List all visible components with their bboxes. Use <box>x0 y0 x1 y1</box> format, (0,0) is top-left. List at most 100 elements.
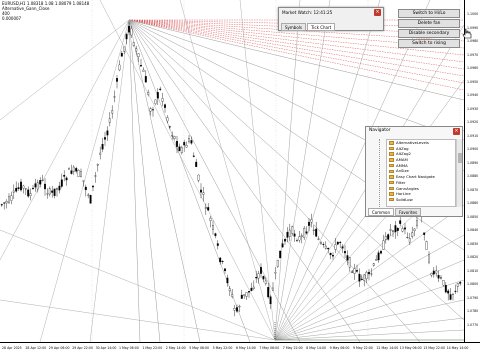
navigator-panel[interactable]: Navigator × AlternativeLevels AltZag Alt… <box>365 126 463 217</box>
candle-body <box>204 207 207 209</box>
price-tick-label: 1.0770 <box>467 322 479 327</box>
candle-body <box>368 271 370 275</box>
candle-body <box>39 180 42 185</box>
candle-body <box>269 296 272 305</box>
time-tick-label: 5 May 06:00 <box>189 346 210 350</box>
candle-body <box>384 235 387 240</box>
switch-to-hilo-button[interactable]: Switch to Hi/Lo <box>398 9 460 18</box>
price-tick-label: 1.0820 <box>467 255 479 259</box>
delete-fan-button[interactable]: Delete fan <box>398 19 460 28</box>
candle-body <box>176 141 178 147</box>
candle-body <box>281 243 284 248</box>
price-tick-label: 1.0940 <box>467 93 479 97</box>
candle-body <box>92 185 94 188</box>
close-icon[interactable]: × <box>453 128 460 135</box>
disable-secondary-button[interactable]: Disable secondary <box>398 29 460 38</box>
market-watch-panel[interactable]: Market Watch: 12:41:25 × Symbols Tick Ch… <box>278 7 384 31</box>
candle-body <box>260 267 262 274</box>
candle-body <box>53 188 56 196</box>
candle-body <box>140 65 142 67</box>
list-item[interactable]: SolidLow <box>387 197 455 203</box>
candle-body <box>293 233 296 237</box>
candle-body <box>382 240 385 250</box>
time-tick-label: 12 May 14:00 <box>376 346 399 350</box>
folder-icon <box>389 192 394 196</box>
price-tick-label: 1.0850 <box>467 214 479 219</box>
candle-body <box>425 241 428 250</box>
candle-body <box>63 174 66 177</box>
fan-line <box>0 19 130 261</box>
candle-body <box>3 202 6 204</box>
candle-body <box>51 190 54 193</box>
close-icon[interactable]: × <box>374 9 381 16</box>
candle-body <box>423 232 426 235</box>
candle-body <box>320 242 322 244</box>
folder-icon <box>389 163 394 168</box>
candle-body <box>137 53 140 57</box>
candle-body <box>399 220 402 224</box>
candle-body <box>20 181 22 191</box>
time-tick-label: 28 Apr 2025 <box>2 346 22 350</box>
candle-body <box>118 64 121 71</box>
candle-body <box>303 228 306 238</box>
candle-body <box>195 161 198 168</box>
candle-body <box>348 257 351 268</box>
time-tick-label: 9 May 22:00 <box>353 346 373 350</box>
folder-icon <box>389 186 394 191</box>
candle-body <box>267 287 270 298</box>
tab-favorites[interactable]: Favorites <box>395 208 422 216</box>
candle-body <box>29 193 32 196</box>
candle-body <box>262 276 265 280</box>
price-tick-label: 1.0970 <box>467 52 479 57</box>
candle-body <box>173 136 176 139</box>
candle-body <box>178 146 181 151</box>
fan-line <box>89 19 130 342</box>
market-watch-title: Market Watch: 12:41:25 <box>282 10 333 15</box>
fan-line <box>274 317 464 341</box>
candle-body <box>459 282 462 284</box>
time-tick-label: 29 Apr 06:00 <box>48 346 70 350</box>
candle-body <box>406 237 409 239</box>
candle-body <box>233 308 236 311</box>
candle-body <box>185 145 188 148</box>
candle-body <box>315 228 318 237</box>
candle-body <box>5 201 8 204</box>
candle-body <box>84 186 87 191</box>
tab-tick-chart[interactable]: Tick Chart <box>306 23 336 31</box>
candle-body <box>116 78 118 82</box>
candle-body <box>279 250 282 259</box>
candle-body <box>394 225 397 233</box>
tab-symbols[interactable]: Symbols <box>281 23 306 31</box>
candle-body <box>257 273 260 279</box>
candle-body <box>435 270 438 274</box>
candle-body <box>216 243 219 246</box>
time-tick-label: 8 May 14:00 <box>306 346 327 350</box>
candle-body <box>298 236 301 241</box>
candle-body <box>171 135 174 137</box>
candle-body <box>336 241 339 245</box>
candle-body <box>358 273 361 282</box>
candle-body <box>156 92 159 99</box>
candle-body <box>219 257 222 263</box>
scrollbar-thumb[interactable] <box>458 153 462 163</box>
folder-icon <box>389 146 394 151</box>
switch-to-rising-button[interactable]: Switch to rising <box>398 39 460 48</box>
time-tick-label: 14 May 14:00 <box>446 346 469 350</box>
candle-body <box>284 238 286 242</box>
candle-body <box>164 104 166 108</box>
candle-body <box>224 268 226 272</box>
tab-common[interactable]: Common <box>368 208 395 216</box>
candle-body <box>154 99 157 104</box>
time-tick-label: 9 May 06:00 <box>329 346 350 350</box>
candle-body <box>197 174 200 181</box>
candle-body <box>96 164 99 166</box>
candle-body <box>365 271 368 279</box>
candle-body <box>392 230 394 233</box>
candle-body <box>324 245 327 249</box>
navigator-scrollbar[interactable] <box>456 139 462 207</box>
navigator-list[interactable]: AlternativeLevels AltZag AltZag2 AMAM AM… <box>386 139 456 207</box>
candle-body <box>236 307 238 312</box>
time-tick-label: 28 Apr 12:00 <box>25 346 47 350</box>
candle-body <box>255 277 258 279</box>
candle-body <box>339 242 342 244</box>
